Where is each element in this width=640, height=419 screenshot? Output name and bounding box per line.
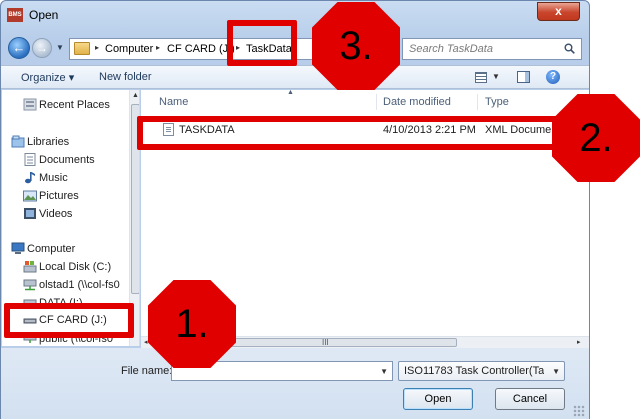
forward-button[interactable]: → bbox=[32, 38, 52, 58]
file-type-select[interactable]: ISO11783 Task Controller(TaskD ▼ bbox=[398, 361, 565, 381]
new-folder-button[interactable]: New folder bbox=[99, 71, 152, 83]
help-icon[interactable]: ? bbox=[546, 70, 560, 84]
sidebar-item-label: Documents bbox=[39, 154, 95, 166]
resize-grip[interactable] bbox=[573, 405, 585, 417]
chevron-down-icon: ▼ bbox=[552, 367, 560, 376]
window-title: Open bbox=[29, 8, 59, 22]
search-icon[interactable] bbox=[564, 43, 575, 54]
app-icon: BMS bbox=[7, 8, 23, 22]
step-badge-1: 1. bbox=[148, 280, 236, 368]
recent-places-icon bbox=[23, 98, 37, 111]
file-type-value: ISO11783 Task Controller(TaskD bbox=[404, 365, 544, 377]
step-badge-3: 3. bbox=[312, 2, 400, 90]
back-button[interactable]: ← bbox=[8, 37, 30, 59]
column-header-name[interactable]: Name bbox=[159, 96, 188, 108]
breadcrumb-computer[interactable]: Computer bbox=[105, 43, 153, 55]
sidebar-item-label: Local Disk (C:) bbox=[39, 261, 112, 273]
sidebar-item-music[interactable]: Music bbox=[2, 169, 132, 187]
sidebar-item-label: Recent Places bbox=[39, 99, 110, 111]
command-toolbar: Organize ▾ New folder ▼ ? bbox=[1, 65, 589, 89]
search-input[interactable]: Search TaskData bbox=[409, 43, 493, 55]
sidebar-item-videos[interactable]: Videos bbox=[2, 205, 132, 223]
cancel-button[interactable]: Cancel bbox=[495, 388, 565, 410]
pictures-icon bbox=[23, 190, 37, 202]
sidebar-item-network-drive[interactable]: olstad1 (\\col-fs0 bbox=[2, 276, 132, 294]
sidebar-item-libraries[interactable]: Libraries bbox=[2, 133, 132, 151]
highlight-cf-card bbox=[4, 303, 134, 338]
documents-icon bbox=[24, 153, 36, 166]
chevron-down-icon[interactable]: ▼ bbox=[380, 367, 388, 376]
sidebar-item-computer[interactable]: Computer bbox=[2, 240, 132, 258]
folder-icon bbox=[74, 42, 90, 55]
step-badge-2: 2. bbox=[552, 94, 640, 182]
computer-icon bbox=[11, 242, 25, 254]
sidebar-item-label: Videos bbox=[39, 208, 73, 220]
view-options-dropdown[interactable]: ▼ bbox=[492, 72, 500, 81]
highlight-taskdata-file bbox=[137, 116, 559, 150]
scrollbar-grip: III bbox=[322, 338, 329, 347]
sidebar-item-label: Computer bbox=[27, 243, 76, 255]
column-divider[interactable] bbox=[477, 94, 478, 110]
close-button[interactable]: x bbox=[537, 2, 580, 21]
sidebar-item-label: Pictures bbox=[39, 190, 79, 202]
sidebar-item-label: Music bbox=[39, 172, 68, 184]
column-divider[interactable] bbox=[376, 94, 377, 110]
organize-button[interactable]: Organize ▾ bbox=[21, 71, 74, 84]
sidebar-item-pictures[interactable]: Pictures bbox=[2, 187, 132, 205]
sidebar-item-label: Libraries bbox=[27, 136, 70, 148]
search-box[interactable]: Search TaskData bbox=[402, 38, 582, 60]
scroll-left-arrow[interactable]: ◂ bbox=[144, 338, 148, 346]
scroll-up-arrow[interactable]: ▲ bbox=[132, 92, 139, 99]
recent-locations-dropdown[interactable]: ▼ bbox=[56, 43, 64, 52]
breadcrumb-cf-card[interactable]: CF CARD (J:) bbox=[167, 43, 235, 55]
music-icon bbox=[25, 172, 35, 184]
local-disk-icon bbox=[23, 261, 37, 273]
change-view-icon[interactable] bbox=[475, 72, 487, 83]
scroll-right-arrow[interactable]: ▸ bbox=[577, 338, 581, 346]
videos-icon bbox=[24, 208, 36, 219]
sort-ascending-icon: ▲ bbox=[287, 90, 294, 96]
file-name-label: File name: bbox=[121, 365, 173, 377]
sidebar-item-documents[interactable]: Documents bbox=[2, 151, 132, 169]
sidebar-item-local-disk[interactable]: Local Disk (C:) bbox=[2, 258, 132, 276]
breadcrumb-separator[interactable]: ▸ bbox=[156, 43, 160, 52]
sidebar-item-label: olstad1 (\\col-fs0 bbox=[39, 279, 120, 291]
column-header-date-modified[interactable]: Date modified bbox=[383, 96, 451, 108]
column-header-type[interactable]: Type bbox=[485, 96, 509, 108]
sidebar-item-recent-places[interactable]: Recent Places bbox=[2, 96, 132, 114]
highlight-taskdata-breadcrumb bbox=[227, 20, 297, 66]
open-button[interactable]: Open bbox=[403, 388, 473, 410]
network-drive-icon bbox=[23, 279, 37, 291]
libraries-icon bbox=[11, 135, 25, 148]
breadcrumb-separator[interactable]: ▸ bbox=[95, 43, 99, 52]
dialog-footer: File name: ▼ ISO11783 Task Controller(Ta… bbox=[1, 348, 589, 419]
preview-pane-icon[interactable] bbox=[517, 71, 530, 83]
